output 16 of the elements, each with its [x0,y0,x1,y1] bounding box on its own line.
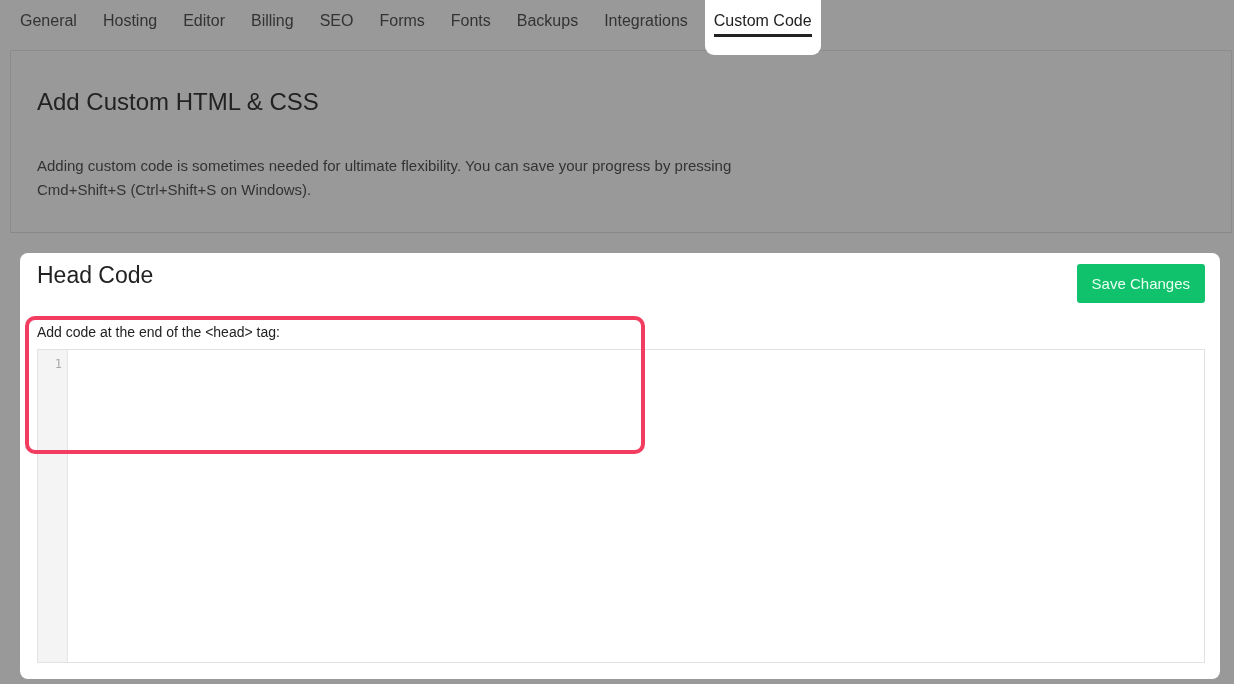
tab[interactable]: Editor [174,0,234,50]
tab[interactable]: Fonts [441,0,500,50]
tab[interactable]: Billing [241,0,303,50]
tab[interactable]: Hosting [93,0,167,50]
tab[interactable]: Integrations [595,0,697,50]
tab[interactable]: Forms [370,0,434,50]
tab[interactable]: Custom Code [704,0,821,55]
line-number: 1 [53,357,63,371]
section-title: Add Custom HTML & CSS [37,88,320,116]
field-label: Add code at the end of the <head> tag: [37,324,281,340]
card-title: Head Code [37,262,154,289]
tab[interactable]: General [11,0,86,50]
tab[interactable]: SEO [310,0,363,50]
save-button[interactable]: Save Changes [1076,264,1205,303]
tab[interactable]: Backups [507,0,588,50]
description-text: Adding custom code is sometimes needed for ultimate flexibility. You can save your progress by pressing Cmd+Shift+S (Ctrl+Shift+S on Windows). [37,156,733,200]
